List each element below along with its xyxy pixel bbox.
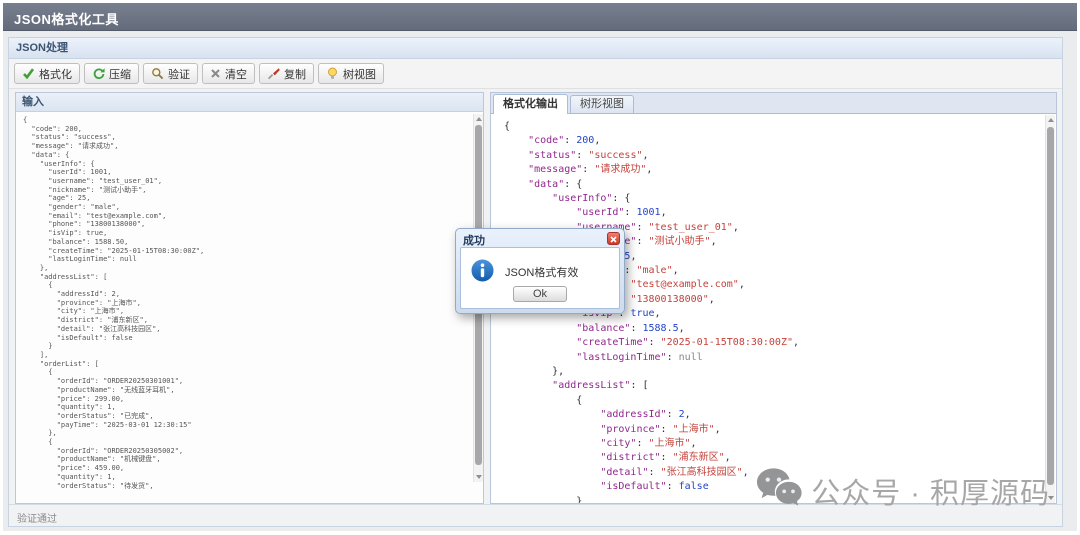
copy-button[interactable]: 复制 [259,63,314,84]
clear-icon [210,68,221,79]
magnifier-icon [151,67,164,80]
scroll-up-arrow[interactable] [474,114,483,123]
scroll-down-arrow[interactable] [474,473,483,482]
success-dialog: 成功 JSON格式有效 Ok [455,228,625,314]
panel-header: JSON处理 [9,38,1062,59]
ok-button[interactable]: Ok [513,286,567,302]
treeview-button[interactable]: 树视图 [318,63,384,84]
close-icon[interactable] [607,232,620,245]
output-scrollbar[interactable] [1045,115,1055,503]
copy-icon [267,67,280,80]
input-panel-header: 输入 [16,93,483,112]
scroll-up-arrow[interactable] [1046,115,1056,124]
compress-button-label: 压缩 [109,66,131,82]
input-panel: 输入 { "code": 200, "status": "success", "… [15,92,484,504]
input-text[interactable]: { "code": 200, "status": "success", "mes… [16,112,471,503]
check-icon [22,67,35,80]
validate-button[interactable]: 验证 [143,63,198,84]
clear-button[interactable]: 清空 [202,63,255,84]
dialog-body: JSON格式有效 Ok [460,247,620,309]
compress-button[interactable]: 压缩 [84,63,139,84]
validate-button-label: 验证 [168,66,190,82]
copy-button-label: 复制 [284,66,306,82]
wechat-icon [755,467,802,515]
output-scrollbar-thumb[interactable] [1047,127,1054,485]
format-button-label: 格式化 [39,66,72,82]
json-input[interactable]: { "code": 200, "status": "success", "mes… [16,112,483,503]
panel-title: JSON处理 [16,42,68,54]
watermark: 公众号 · 积厚源码 [755,468,1050,514]
window-titlebar: JSON格式化工具 [3,3,1077,31]
tab-formatted-output[interactable]: 格式化输出 [493,94,568,114]
clear-button-label: 清空 [225,66,247,82]
toolbar: 格式化 压缩 验证 清空 复制 [9,59,1062,89]
watermark-text: 公众号 · 积厚源码 [811,470,1050,512]
compress-icon [92,67,105,80]
treeview-button-label: 树视图 [343,66,376,82]
window-title: JSON格式化工具 [3,3,1077,28]
dialog-title: 成功 [456,229,624,248]
output-tab-bar: 格式化输出 树形视图 [490,92,1057,114]
dialog-message: JSON格式有效 [505,264,578,280]
tab-tree-view[interactable]: 树形视图 [570,95,634,113]
screenshot-root: JSON格式化工具 JSON处理 格式化 压缩 验证 [0,0,1080,535]
input-panel-title: 输入 [22,96,44,108]
format-button[interactable]: 格式化 [14,63,80,84]
bulb-icon [326,67,339,80]
info-icon [471,259,494,287]
